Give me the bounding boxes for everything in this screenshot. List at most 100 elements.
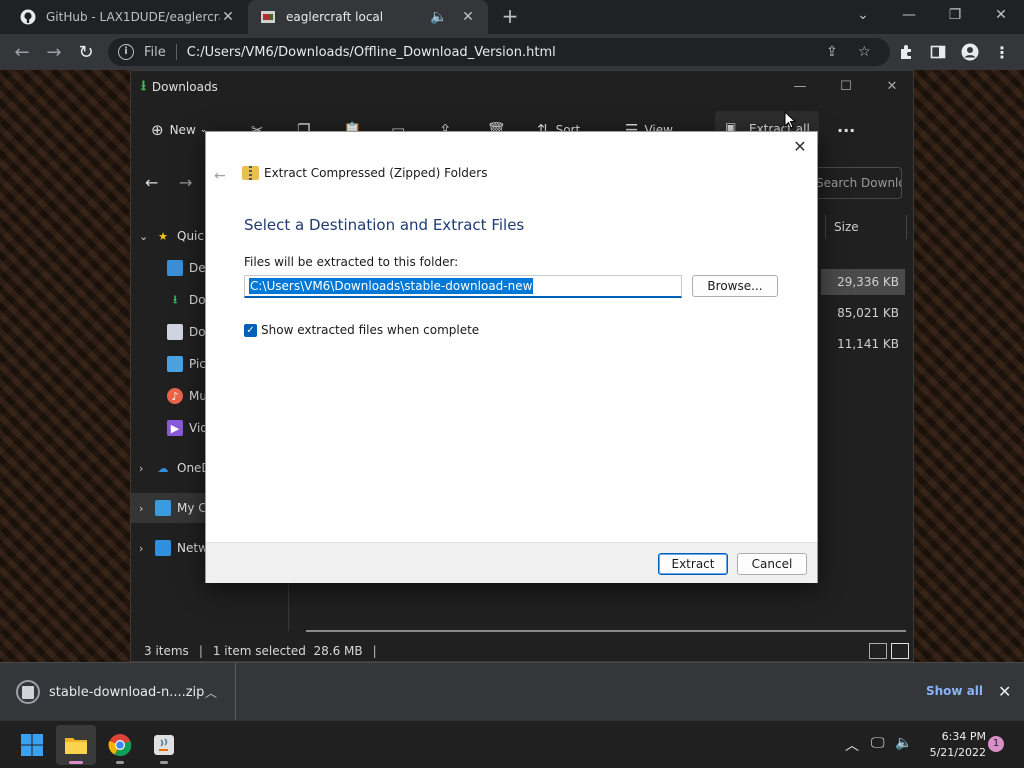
- info-icon[interactable]: i: [118, 44, 134, 60]
- chrome-icon: [108, 734, 132, 757]
- document-icon: [167, 324, 183, 340]
- extract-button[interactable]: Extract: [658, 553, 728, 575]
- cloud-icon: ☁: [157, 461, 169, 475]
- download-filename[interactable]: stable-download-n....zip: [49, 685, 205, 700]
- dialog-heading: Select a Destination and Extract Files: [244, 216, 525, 234]
- search-placeholder: Search Downloads: [816, 176, 901, 190]
- forward-button[interactable]: →: [40, 38, 68, 66]
- file-size-cell[interactable]: 85,021 KB: [821, 300, 905, 326]
- chevron-down-icon[interactable]: ⌄: [840, 0, 886, 30]
- new-tab-button[interactable]: +: [499, 6, 521, 28]
- tab-github[interactable]: GitHub - LAX1DUDE/eaglercraft: ✕: [8, 0, 248, 34]
- back-button[interactable]: ←: [8, 38, 36, 66]
- close-icon[interactable]: ✕: [998, 682, 1011, 701]
- url-text[interactable]: C:/Users/VM6/Downloads/Offline_Download_…: [187, 45, 556, 60]
- dialog-header: Extract Compressed (Zipped) Folders: [242, 166, 488, 180]
- github-icon: [20, 9, 36, 25]
- checkbox-label: Show extracted files when complete: [261, 323, 480, 337]
- browse-button[interactable]: Browse...: [692, 275, 778, 297]
- checkbox-checked-icon[interactable]: ✓: [244, 323, 257, 337]
- windows-logo-icon: [21, 734, 43, 756]
- menu-kebab-icon[interactable]: ⋮: [988, 38, 1016, 66]
- address-bar[interactable]: i File C:/Users/VM6/Downloads/Offline_Do…: [108, 38, 890, 66]
- divider: [175, 44, 177, 60]
- taskbar-chrome[interactable]: [100, 725, 140, 765]
- close-window-button[interactable]: ✕: [877, 75, 907, 99]
- url-scheme: File: [144, 44, 166, 60]
- download-item[interactable]: stable-download-n....zip ︿: [0, 663, 236, 721]
- show-files-checkbox-row[interactable]: ✓ Show extracted files when complete: [244, 323, 479, 337]
- plus-circle-icon: ⊕: [151, 121, 164, 139]
- taskbar: ︿ 🖵 🔈 6:34 PM 5/21/2022 1: [0, 720, 1024, 768]
- profile-avatar-icon[interactable]: [956, 38, 984, 66]
- back-arrow-icon[interactable]: ←: [145, 173, 158, 192]
- chevron-down-icon[interactable]: ⌄: [139, 230, 153, 243]
- audio-icon[interactable]: 🔈: [430, 9, 447, 25]
- tab-title: eaglercraft local: [286, 10, 384, 24]
- network-monitor-icon[interactable]: 🖵: [871, 735, 885, 751]
- restore-button[interactable]: ❐: [932, 0, 978, 30]
- side-panel-icon[interactable]: [924, 38, 952, 66]
- notification-badge[interactable]: 1: [988, 736, 1004, 752]
- destination-path-input[interactable]: C:\Users\VM6\Downloads\stable-download-n…: [244, 275, 682, 298]
- show-all-link[interactable]: Show all: [926, 684, 983, 698]
- browser-tab-strip: GitHub - LAX1DUDE/eaglercraft: ✕ eaglerc…: [0, 0, 1024, 34]
- downloads-bar: stable-download-n....zip ︿ Show all ✕: [0, 662, 1024, 721]
- network-icon: [155, 540, 171, 556]
- status-bar: 3 items | 1 item selected 28.6 MB |: [131, 639, 913, 663]
- maximize-button[interactable]: ☐: [831, 75, 861, 99]
- taskbar-java[interactable]: [144, 725, 184, 765]
- chevron-right-icon[interactable]: ›: [139, 542, 153, 555]
- chevron-right-icon[interactable]: ›: [139, 462, 153, 475]
- share-icon[interactable]: ⇪: [826, 44, 838, 60]
- file-size-cell[interactable]: 11,141 KB: [821, 331, 905, 357]
- browser-toolbar: ← → ↻ i File C:/Users/VM6/Downloads/Offl…: [0, 34, 1024, 70]
- clock-time: 6:34 PM: [941, 730, 986, 743]
- reload-button[interactable]: ↻: [72, 38, 100, 66]
- chevron-up-icon[interactable]: ︿: [845, 735, 859, 755]
- chevron-up-icon[interactable]: ︿: [205, 684, 217, 701]
- start-button[interactable]: [12, 725, 52, 765]
- minimize-button[interactable]: —: [886, 0, 932, 30]
- close-icon[interactable]: ✕: [791, 138, 809, 156]
- divider: |: [372, 644, 377, 658]
- minimize-button[interactable]: —: [785, 75, 815, 99]
- horizontal-scrollbar[interactable]: [306, 630, 906, 632]
- bookmark-star-icon[interactable]: ☆: [858, 44, 871, 60]
- search-box[interactable]: Search Downloads: [807, 167, 902, 199]
- chevron-right-icon[interactable]: ›: [139, 502, 153, 515]
- forward-arrow-icon[interactable]: →: [179, 173, 192, 192]
- tab-title: GitHub - LAX1DUDE/eaglercraft:: [46, 10, 220, 24]
- item-count: 3 items: [144, 644, 189, 658]
- extract-dialog: ✕ ← Extract Compressed (Zipped) Folders …: [205, 131, 818, 583]
- desktop-icon: [167, 260, 183, 276]
- system-clock[interactable]: 6:34 PM 5/21/2022: [920, 729, 986, 761]
- details-view-icon[interactable]: [869, 643, 887, 659]
- folder-icon: [65, 738, 87, 754]
- pictures-icon: [167, 356, 183, 372]
- new-label: New: [169, 123, 196, 137]
- clock-date: 5/21/2022: [929, 746, 986, 759]
- destination-path-text[interactable]: C:\Users\VM6\Downloads\stable-download-n…: [249, 278, 534, 294]
- more-options-icon[interactable]: ···: [837, 119, 855, 141]
- tiles-view-icon[interactable]: [891, 643, 909, 659]
- music-icon: ♪: [167, 388, 183, 404]
- new-button[interactable]: ⊕ New ⌄: [151, 119, 207, 141]
- extensions-puzzle-icon[interactable]: [892, 38, 920, 66]
- file-size-cell[interactable]: 29,336 KB: [821, 269, 905, 295]
- close-icon[interactable]: ✕: [220, 9, 236, 25]
- close-window-button[interactable]: ✕: [978, 0, 1024, 30]
- volume-icon[interactable]: 🔈: [895, 735, 912, 751]
- destination-label: Files will be extracted to this folder:: [244, 255, 459, 269]
- column-header-size[interactable]: Size: [825, 215, 907, 239]
- eaglercraft-favicon-icon: [260, 9, 276, 25]
- dialog-header-title: Extract Compressed (Zipped) Folders: [264, 166, 488, 180]
- running-indicator: [160, 761, 168, 764]
- zip-file-icon: [16, 680, 40, 704]
- tab-eaglercraft[interactable]: eaglercraft local 🔈 ✕: [248, 0, 488, 34]
- mouse-cursor-icon: [784, 111, 796, 129]
- close-icon[interactable]: ✕: [460, 9, 476, 25]
- back-arrow-icon[interactable]: ←: [214, 168, 226, 184]
- cancel-button[interactable]: Cancel: [737, 553, 807, 575]
- taskbar-file-explorer[interactable]: [56, 725, 96, 765]
